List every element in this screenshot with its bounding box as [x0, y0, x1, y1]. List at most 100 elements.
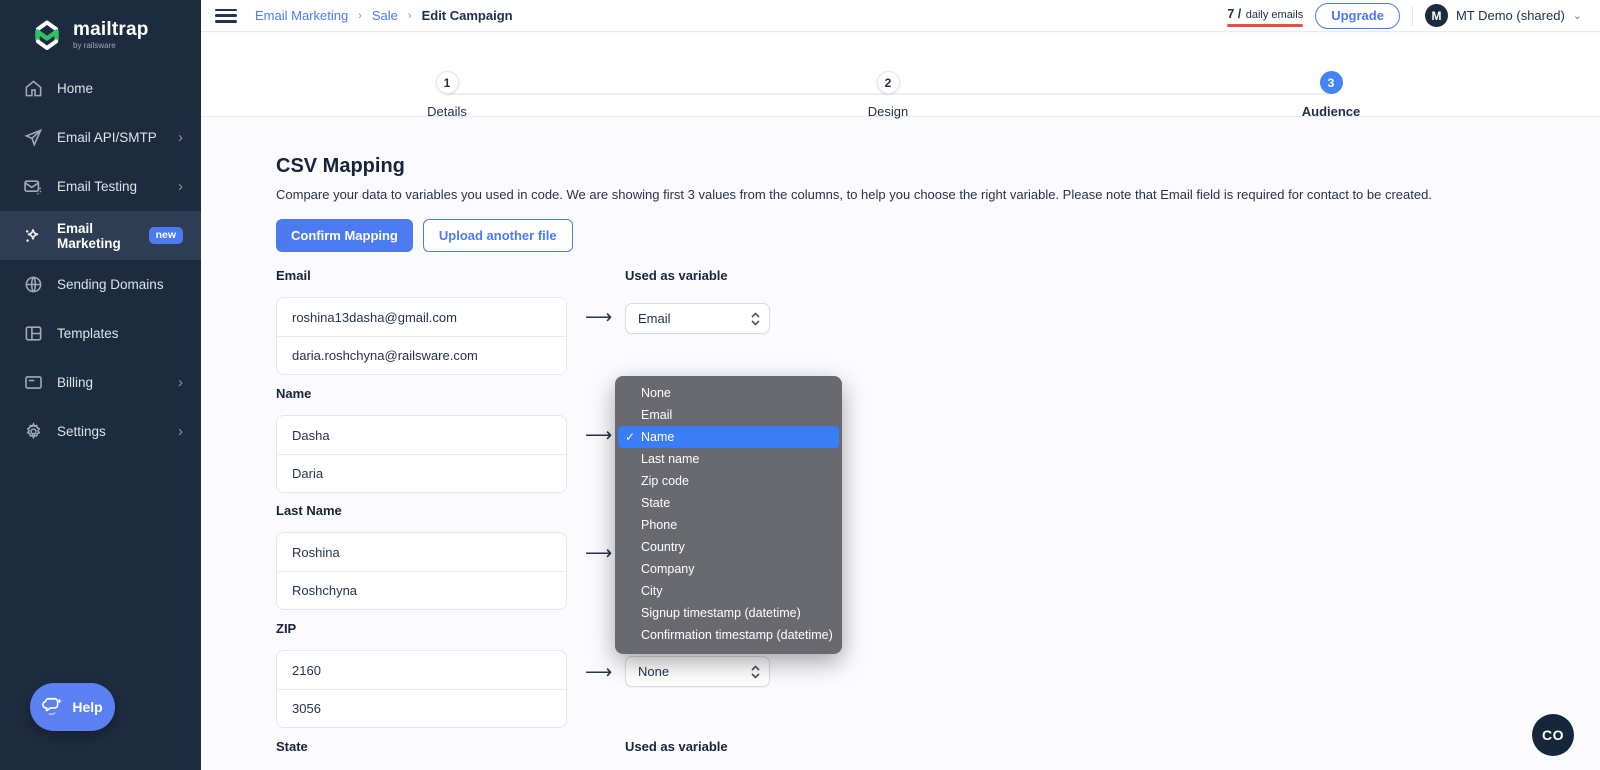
csv-value: 3056	[277, 689, 566, 727]
chevron-right-icon: ›	[178, 375, 183, 390]
mapping-arrow-icon: ⟶	[585, 308, 612, 327]
envelope-icon	[22, 176, 44, 198]
breadcrumb-separator-icon: ›	[408, 10, 412, 22]
dropdown-option-confirmation-timestamp[interactable]: ✓Confirmation timestamp (datetime)	[618, 624, 839, 646]
csv-value: Roshchyna	[277, 571, 566, 609]
sidebar-item-billing[interactable]: Billing ›	[0, 358, 201, 407]
account-name: MT Demo (shared)	[1456, 8, 1565, 23]
breadcrumb-separator-icon: ›	[358, 10, 362, 22]
gear-icon	[22, 421, 44, 443]
sidebar-item-label: Home	[57, 81, 93, 96]
sidebar-item-label: Settings	[57, 424, 106, 439]
column-label-email: Email	[276, 268, 311, 283]
csv-value: Dasha	[277, 416, 566, 454]
column-label-last-name: Last Name	[276, 503, 342, 518]
chevron-right-icon: ›	[178, 130, 183, 145]
mailtrap-logo-icon	[30, 18, 64, 52]
help-button[interactable]: Help	[30, 683, 115, 731]
dropdown-option-last-name[interactable]: ✓Last name	[618, 448, 839, 470]
column-label-zip: ZIP	[276, 621, 296, 636]
mailtrap-logo[interactable]: mailtrap by railsware	[0, 0, 201, 52]
step-details[interactable]: 1 Details	[387, 71, 507, 119]
csv-mapping-page: CSV Mapping Compare your data to variabl…	[201, 118, 1600, 770]
chat-bubble-icon	[42, 696, 64, 718]
dropdown-option-signup-timestamp[interactable]: ✓Signup timestamp (datetime)	[618, 602, 839, 624]
variable-select-email[interactable]: Email	[625, 303, 770, 334]
credit-card-icon	[22, 372, 44, 394]
dropdown-option-city[interactable]: ✓City	[618, 580, 839, 602]
sidebar-item-templates[interactable]: Templates	[0, 309, 201, 358]
sidebar-item-email-api-smtp[interactable]: Email API/SMTP ›	[0, 113, 201, 162]
mapping-arrow-icon: ⟶	[585, 663, 612, 682]
avatar: M	[1425, 4, 1448, 27]
csv-value: daria.roshchyna@railsware.com	[277, 336, 566, 374]
csv-value: Daria	[277, 454, 566, 492]
step-design[interactable]: 2 Design	[828, 71, 948, 119]
sidebar: mailtrap by railsware Home Email API/SMT…	[0, 0, 201, 770]
csv-value: roshina13dasha@gmail.com	[277, 298, 566, 336]
page-description: Compare your data to variables you used …	[276, 187, 1531, 202]
breadcrumb-sale[interactable]: Sale	[372, 8, 398, 23]
step-label: Design	[828, 104, 948, 119]
floating-co-widget[interactable]: CO	[1532, 714, 1574, 756]
sidebar-item-label: Billing	[57, 375, 93, 390]
column-label-state: State	[276, 739, 308, 754]
confirm-mapping-button[interactable]: Confirm Mapping	[276, 219, 413, 252]
hamburger-menu-icon[interactable]	[215, 9, 237, 23]
upload-another-file-button[interactable]: Upload another file	[423, 219, 573, 252]
dropdown-option-name-selected[interactable]: ✓Name	[618, 426, 839, 448]
home-icon	[22, 78, 44, 100]
sidebar-item-label: Email Testing	[57, 179, 137, 194]
step-audience[interactable]: 3 Audience	[1271, 71, 1391, 119]
dropdown-option-state[interactable]: ✓State	[618, 492, 839, 514]
globe-icon	[22, 274, 44, 296]
page-title: CSV Mapping	[276, 155, 405, 178]
check-icon: ✓	[625, 426, 635, 448]
usage-count: 7 /	[1227, 7, 1241, 21]
mapping-arrow-icon: ⟶	[585, 544, 612, 563]
select-updown-icon	[751, 665, 760, 679]
breadcrumb-email-marketing[interactable]: Email Marketing	[255, 8, 348, 23]
campaign-stepper: 1 Details 2 Design 3 Audience	[201, 33, 1600, 117]
variable-select-zip[interactable]: None	[625, 656, 770, 687]
used-as-variable-label: Used as variable	[625, 268, 728, 283]
step-number: 1	[436, 71, 459, 94]
brand-byline: by railsware	[73, 41, 149, 50]
sidebar-item-home[interactable]: Home	[0, 64, 201, 113]
sparkles-icon	[22, 225, 44, 247]
header-divider	[1412, 6, 1413, 26]
breadcrumb-current: Edit Campaign	[422, 8, 513, 23]
usage-underline	[1227, 24, 1303, 27]
sidebar-item-label: Sending Domains	[57, 277, 164, 292]
layout-icon	[22, 323, 44, 345]
chevron-down-icon: ⌄	[1573, 9, 1582, 22]
chevron-right-icon: ›	[178, 424, 183, 439]
paper-plane-icon	[22, 127, 44, 149]
help-label: Help	[72, 699, 102, 715]
column-values-email: roshina13dasha@gmail.com daria.roshchyna…	[276, 297, 567, 375]
daily-emails-usage: 7 / daily emails	[1227, 5, 1303, 27]
upgrade-button[interactable]: Upgrade	[1315, 3, 1400, 29]
step-label: Audience	[1271, 104, 1391, 119]
sidebar-item-email-testing[interactable]: Email Testing ›	[0, 162, 201, 211]
new-badge: new	[149, 227, 183, 244]
column-label-name: Name	[276, 386, 311, 401]
sidebar-nav: Home Email API/SMTP › Email Testing › Em…	[0, 64, 201, 456]
dropdown-option-phone[interactable]: ✓Phone	[618, 514, 839, 536]
select-updown-icon	[751, 312, 760, 326]
dropdown-option-email[interactable]: ✓Email	[618, 404, 839, 426]
dropdown-option-company[interactable]: ✓Company	[618, 558, 839, 580]
variable-dropdown-menu: ✓None ✓Email ✓Name ✓Last name ✓Zip code …	[615, 376, 842, 654]
dropdown-option-country[interactable]: ✓Country	[618, 536, 839, 558]
sidebar-item-sending-domains[interactable]: Sending Domains	[0, 260, 201, 309]
sidebar-item-label: Templates	[57, 326, 119, 341]
column-values-zip: 2160 3056	[276, 650, 567, 728]
used-as-variable-label: Used as variable	[625, 739, 728, 754]
dropdown-option-zip-code[interactable]: ✓Zip code	[618, 470, 839, 492]
selected-variable: None	[638, 664, 669, 679]
sidebar-item-label: Email API/SMTP	[57, 130, 157, 145]
account-menu[interactable]: M MT Demo (shared) ⌄	[1425, 4, 1582, 27]
dropdown-option-none[interactable]: ✓None	[618, 382, 839, 404]
sidebar-item-settings[interactable]: Settings ›	[0, 407, 201, 456]
sidebar-item-email-marketing[interactable]: Email Marketing new	[0, 211, 201, 260]
